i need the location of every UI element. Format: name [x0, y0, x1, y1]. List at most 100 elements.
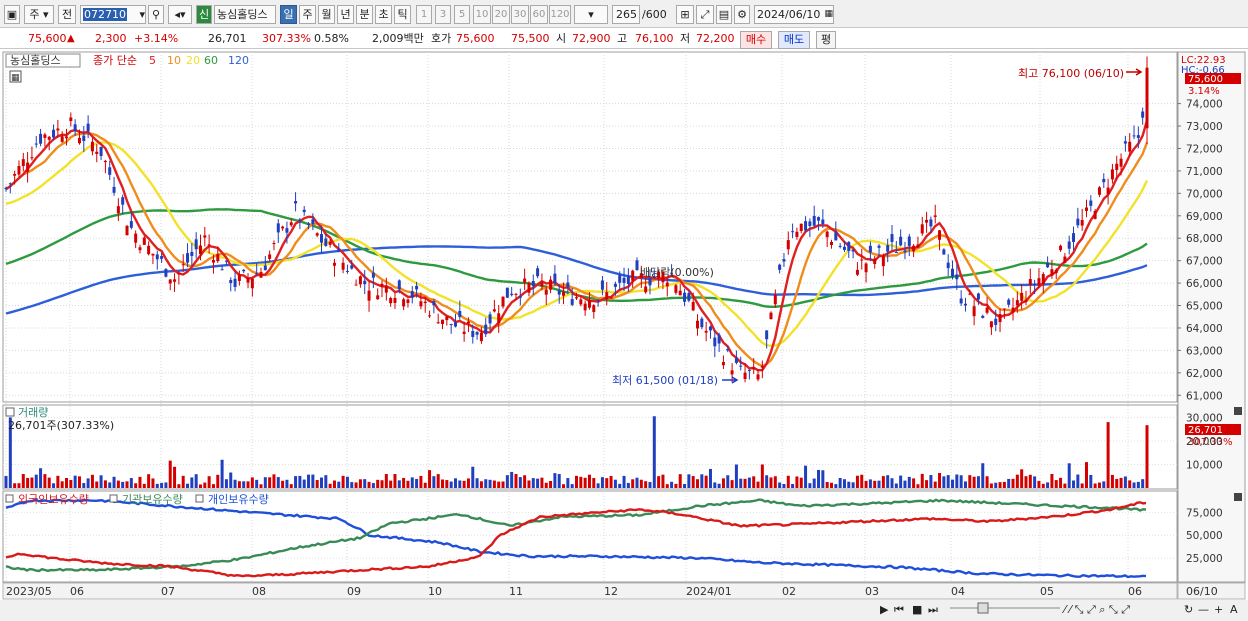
volume-bar — [864, 480, 868, 488]
period-4-button[interactable]: 분 — [356, 5, 373, 24]
candle-body — [484, 324, 488, 335]
scroll-right-icon[interactable]: ▶ — [880, 603, 889, 616]
volume-bar — [207, 476, 211, 488]
volume-bar — [341, 475, 345, 488]
open-price: 72,900 — [572, 32, 611, 45]
candle-body — [575, 297, 578, 299]
speaker-icon[interactable]: ◂▾ — [168, 5, 192, 24]
chart-menu-icon[interactable]: ▣ — [4, 5, 20, 24]
zoom-out-icon[interactable]: — — [1198, 603, 1209, 616]
candle-body — [250, 278, 254, 289]
count-total: /600 — [642, 8, 667, 21]
candle-body — [95, 151, 99, 154]
volume-bar — [423, 482, 427, 488]
draw-icon[interactable]: ⤢ — [696, 5, 714, 24]
interval-60-button[interactable]: 60 — [530, 5, 548, 24]
zoom-thumb[interactable] — [977, 602, 989, 614]
scroll-first-icon[interactable]: ⏮ — [894, 603, 904, 616]
count-input[interactable]: 265 — [612, 5, 640, 24]
save-icon[interactable]: ▤ — [716, 5, 732, 24]
candle-body — [886, 245, 890, 252]
font-icon[interactable]: A — [1230, 603, 1238, 616]
candle-body — [1050, 269, 1054, 276]
volume-bar — [696, 479, 700, 488]
x-tick-label: 12 — [604, 585, 618, 598]
volume-bar — [713, 482, 717, 488]
prev-button[interactable]: 전 — [58, 5, 76, 24]
volume-bar — [838, 477, 842, 488]
low-annotation: 최저 61,500 (01/18) — [612, 374, 718, 387]
interval-30-button[interactable]: 30 — [511, 5, 529, 24]
volume-bar — [99, 475, 103, 488]
interval-dropdown[interactable]: ▾ — [574, 5, 608, 24]
candle-body — [1072, 233, 1076, 242]
new-badge[interactable]: 신 — [196, 5, 212, 24]
period-1-button[interactable]: 주 — [299, 5, 316, 24]
volume-bar — [60, 481, 64, 488]
interval-1-button[interactable]: 1 — [416, 5, 432, 24]
avg-button[interactable]: 평 — [816, 31, 836, 49]
candle-body — [103, 160, 107, 163]
holder-close-icon[interactable] — [1234, 493, 1242, 501]
candle-body — [285, 228, 289, 233]
volume-bar — [410, 477, 414, 488]
candle-body — [972, 306, 976, 317]
candle-body — [523, 278, 527, 283]
scale-icon[interactable]: ⊞ — [676, 5, 694, 24]
volume-bar — [596, 483, 600, 488]
sell-button[interactable]: 매도 — [778, 31, 810, 49]
volume-bar — [786, 475, 790, 488]
volume-bar — [276, 477, 280, 488]
volume-bar — [1106, 422, 1110, 488]
line-tool-icon[interactable]: ⁄ ⁄ ⤡ ⤢ ⌕ ⤡ ⤢ — [1061, 603, 1130, 616]
candle-body — [1141, 111, 1145, 118]
buy-button[interactable]: 매수 — [740, 31, 772, 49]
candle-body — [73, 124, 77, 132]
price-tick-label: 68,000 — [1186, 233, 1223, 245]
interval-120-button[interactable]: 120 — [549, 5, 571, 24]
candle-body — [631, 270, 635, 281]
candle-body — [514, 293, 518, 295]
volume-bar — [259, 484, 263, 488]
scroll-last-icon[interactable]: ⏭ — [928, 603, 938, 616]
interval-10-button[interactable]: 10 — [473, 5, 491, 24]
undo-icon[interactable]: ↻ — [1184, 603, 1193, 616]
volume-close-icon[interactable] — [1234, 407, 1242, 415]
volume-bar — [484, 479, 488, 488]
candle-body — [164, 269, 168, 277]
date-input[interactable]: 2024/06/10 ▦ — [754, 5, 834, 24]
volume-bar — [514, 473, 518, 488]
market-select[interactable]: 주 ▾ — [24, 5, 54, 24]
candle-body — [566, 282, 570, 288]
legend-ma-5: 5 — [149, 54, 156, 67]
volume-bar — [579, 476, 583, 488]
candle-body — [518, 296, 522, 298]
interval-20-button[interactable]: 20 — [492, 5, 510, 24]
zoom-in-icon[interactable]: + — [1214, 603, 1223, 616]
interval-3-button[interactable]: 3 — [435, 5, 451, 24]
period-6-button[interactable]: 틱 — [394, 5, 411, 24]
candle-body — [505, 287, 509, 298]
candle-body — [315, 233, 319, 236]
volume-bar — [389, 480, 393, 488]
volume-bar — [1089, 474, 1093, 488]
stock-chart[interactable]: 농심홀딩스 종가 단순 5 10 20 60 120 ▦ 최고 76,100 (06/1… — [0, 50, 1248, 621]
period-3-button[interactable]: 년 — [337, 5, 354, 24]
search-icon[interactable]: ⚲ — [148, 5, 164, 24]
holder-legend-2: 개인보유수량 — [208, 493, 269, 506]
volume-bar — [1007, 478, 1011, 488]
period-2-button[interactable]: 월 — [318, 5, 335, 24]
gear-icon[interactable]: ⚙ — [734, 5, 750, 24]
volume-bar — [773, 476, 777, 488]
volume-bar — [1028, 474, 1032, 488]
interval-5-button[interactable]: 5 — [454, 5, 470, 24]
volume-bar — [380, 480, 384, 488]
period-5-button[interactable]: 초 — [375, 5, 392, 24]
stop-icon[interactable]: ■ — [912, 603, 922, 616]
period-0-button[interactable]: 일 — [280, 5, 297, 24]
x-tick-label: 10 — [428, 585, 442, 598]
volume-bar — [1033, 476, 1037, 488]
candle-body — [186, 253, 190, 263]
volume-bar — [428, 470, 432, 488]
code-input[interactable]: 072710 ▾ — [80, 5, 146, 24]
